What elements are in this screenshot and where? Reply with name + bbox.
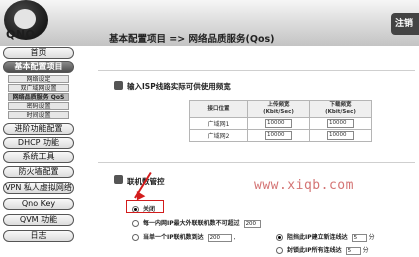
sidebar-item-advanced[interactable]: 进阶功能配置	[3, 123, 74, 135]
wan2-download-input[interactable]: 10000	[327, 131, 354, 140]
section-bullet-icon	[114, 175, 123, 184]
col-header-download: 下载频宽 (Kbit/Sec)	[309, 100, 372, 118]
sub-option-all-row: 封锁此IP所有连线达 5分	[276, 245, 369, 255]
isp-section-title: 输入ISP线路实际可供使用频宽	[127, 82, 231, 91]
option-per-ip-row: 每一内网IP最大外联联机数不可超过 200	[132, 218, 263, 228]
per-ip-limit-input[interactable]: 200	[243, 219, 261, 228]
sidebar-item-system-tools[interactable]: 系统工具	[3, 151, 74, 163]
radio-block-all[interactable]	[276, 247, 283, 254]
sidebar-sub-network[interactable]: 网络设定	[8, 75, 69, 83]
divider	[98, 162, 415, 163]
unit-minutes-label: 分	[368, 234, 375, 241]
sidebar-item-log[interactable]: 日志	[3, 230, 74, 242]
sidebar-item-home[interactable]: 首页	[3, 47, 74, 59]
radio-when-over[interactable]	[132, 234, 139, 241]
sidebar-sub-time[interactable]: 时间设置	[8, 111, 69, 119]
wan1-upload-input[interactable]: 10000	[265, 119, 292, 128]
sidebar: 首页 基本配置项目 网络设定 双广域网设置 网络品质服务 QoS 密码设置 时间…	[0, 46, 80, 257]
sidebar-sub-password[interactable]: 密码设置	[8, 102, 69, 110]
watermark: www.xiqb.com	[254, 178, 354, 193]
table-header-row: 接口位置 上传频宽 (Kbit/Sec) 下载频宽 (Kbit/Sec)	[189, 100, 372, 118]
isp-bandwidth-table: 接口位置 上传频宽 (Kbit/Sec) 下载频宽 (Kbit/Sec) 广域网…	[189, 100, 372, 142]
sidebar-item-basic-setup[interactable]: 基本配置项目	[3, 61, 74, 73]
logo-text: QNO	[6, 28, 36, 41]
main-content: 输入ISP线路实际可供使用频宽 接口位置 上传频宽 (Kbit/Sec) 下载频…	[86, 50, 419, 257]
sidebar-item-vpn[interactable]: VPN 私人虚拟网络	[3, 182, 74, 194]
block-all-minutes-input[interactable]: 5	[345, 246, 361, 255]
top-banner: QNO 基本配置项目 => 网络品质服务(Qos) 注销	[0, 0, 419, 46]
section-bullet-icon	[114, 81, 123, 90]
divider	[98, 70, 415, 71]
radio-per-ip-limit[interactable]	[132, 220, 139, 227]
logout-button[interactable]: 注销	[391, 13, 419, 35]
block-new-minutes-input[interactable]: 5	[351, 233, 367, 242]
sub-option-new-row: 阻挡此IP建立新连线达 5分	[276, 232, 375, 242]
sub-option-new-label: 阻挡此IP建立新连线达	[287, 234, 348, 241]
wan2-upload-input[interactable]: 10000	[265, 131, 292, 140]
col-header-interface: 接口位置	[189, 100, 248, 118]
option-when-over-row: 当单一个IP联机数到达 200,	[132, 232, 235, 242]
sidebar-sub-qos[interactable]: 网络品质服务 QoS	[8, 93, 69, 101]
table-row: 广域网1 10000 10000	[189, 117, 372, 130]
row-name-wan1: 广域网1	[189, 117, 248, 130]
highlight-box	[126, 200, 164, 213]
unit-minutes-label: 分	[362, 247, 369, 254]
table-row: 广域网2 10000 10000	[189, 129, 372, 142]
sidebar-item-qno-key[interactable]: Qno Key	[3, 198, 74, 210]
col-header-upload: 上传频宽 (Kbit/Sec)	[247, 100, 310, 118]
option-per-ip-label: 每一内网IP最大外联联机数不可超过	[143, 220, 240, 227]
option-when-over-label: 当单一个IP联机数到达	[143, 234, 204, 241]
sidebar-item-dhcp[interactable]: DHCP 功能	[3, 137, 74, 149]
wan1-download-input[interactable]: 10000	[327, 119, 354, 128]
radio-block-new[interactable]	[276, 234, 283, 241]
when-over-input[interactable]: 200	[207, 233, 232, 242]
row-name-wan2: 广域网2	[189, 129, 248, 142]
sidebar-item-firewall[interactable]: 防火墙配置	[3, 166, 74, 178]
sidebar-item-qvm[interactable]: QVM 功能	[3, 214, 74, 226]
sidebar-sub-dual-wan[interactable]: 双广域网设置	[8, 84, 69, 92]
sub-option-all-label: 封锁此IP所有连线达	[287, 247, 342, 254]
page-title: 基本配置项目 => 网络品质服务(Qos)	[109, 34, 275, 45]
